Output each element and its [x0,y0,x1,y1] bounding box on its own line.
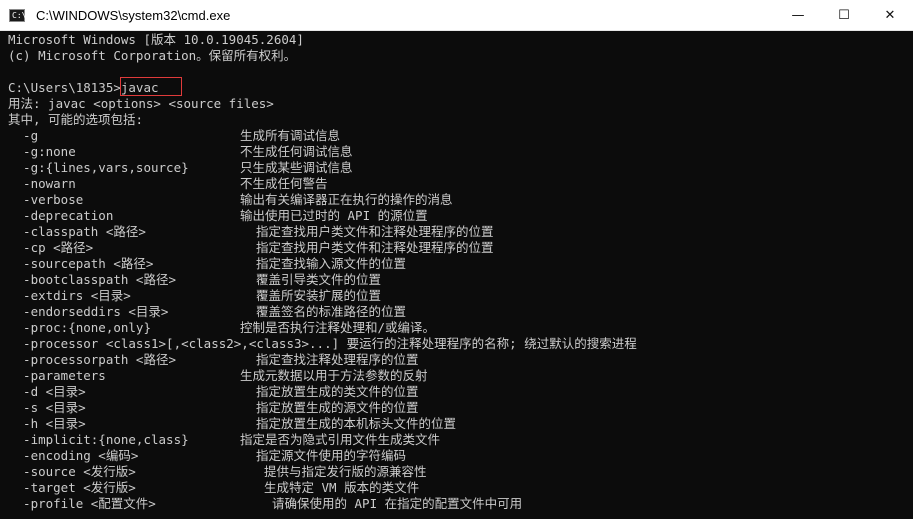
option-row: -profile <配置文件> 请确保使用的 API 在指定的配置文件中可用 [8,496,522,512]
option-row: -processor <class1>[,<class2>,<class3>..… [8,336,637,352]
option-description: 请确保使用的 API 在指定的配置文件中可用 [272,496,523,511]
option-flag: -verbose [8,192,84,207]
option-flag: -extdirs <目录> [8,288,131,303]
option-description: 指定是否为隐式引用文件生成类文件 [240,432,441,447]
option-flag: -encoding <编码> [8,448,139,463]
option-row: -target <发行版> 生成特定 VM 版本的类文件 [8,480,419,496]
option-row: -parameters 生成元数据以用于方法参数的反射 [8,368,427,384]
close-icon: ✕ [884,8,896,23]
option-flag: -g [8,128,39,143]
option-row: -g:{lines,vars,source} 只生成某些调试信息 [8,160,352,176]
title-bar: C:\ C:\WINDOWS\system32\cmd.exe — ☐ ✕ [0,0,913,31]
option-flag: -g:{lines,vars,source} [8,160,189,175]
option-description: 生成所有调试信息 [240,128,341,143]
option-flag: -source <发行版> [8,464,136,479]
javac-command-highlight [120,77,182,96]
option-description: 控制是否执行注释处理和/或编译。 [240,320,436,335]
console-line: 其中, 可能的选项包括: [8,112,144,127]
maximize-button[interactable]: ☐ [821,0,867,31]
option-flag: -processorpath <路径> [8,352,176,367]
option-description: 指定源文件使用的字符编码 [256,448,407,463]
console-output[interactable]: Microsoft Windows [版本 10.0.19045.2604] (… [0,31,913,519]
option-flag: -h <目录> [8,416,86,431]
option-row: -bootclasspath <路径> 覆盖引导类文件的位置 [8,272,381,288]
option-description: 只生成某些调试信息 [240,160,353,175]
option-flag: -target <发行版> [8,480,136,495]
option-flag: -d <目录> [8,384,86,399]
option-row: -h <目录> 指定放置生成的本机标头文件的位置 [8,416,456,432]
option-description: 指定查找用户类文件和注释处理程序的位置 [256,240,494,255]
option-description: 指定放置生成的本机标头文件的位置 [256,416,457,431]
option-flag: -processor <class1>[,<class2>,<class3>..… [8,336,637,351]
console-line: (c) Microsoft Corporation。保留所有权利。 [8,48,297,63]
option-row: -cp <路径> 指定查找用户类文件和注释处理程序的位置 [8,240,493,256]
option-description: 指定放置生成的类文件的位置 [256,384,419,399]
option-flag: -cp <路径> [8,240,94,255]
option-flag: -parameters [8,368,106,383]
option-row: -d <目录> 指定放置生成的类文件的位置 [8,384,418,400]
console-line: 用法: javac <options> <source files> [8,96,274,111]
option-flag: -bootclasspath <路径> [8,272,176,287]
option-flag: -endorseddirs <目录> [8,304,169,319]
option-row: -verbose 输出有关编译器正在执行的操作的消息 [8,192,452,208]
option-row: -implicit:{none,class} 指定是否为隐式引用文件生成类文件 [8,432,440,448]
option-row: -endorseddirs <目录> 覆盖签名的标准路径的位置 [8,304,406,320]
option-description: 指定查找输入源文件的位置 [256,256,407,271]
console-line: Microsoft Windows [版本 10.0.19045.2604] [8,32,304,47]
option-row: -g:none 不生成任何调试信息 [8,144,352,160]
minimize-icon: — [791,8,805,23]
option-description: 覆盖引导类文件的位置 [256,272,382,287]
minimize-button[interactable]: — [775,0,821,31]
option-description: 输出有关编译器正在执行的操作的消息 [240,192,453,207]
option-row: -sourcepath <路径> 指定查找输入源文件的位置 [8,256,406,272]
option-description: 指定查找用户类文件和注释处理程序的位置 [256,224,494,239]
cmd-app-icon[interactable]: C:\ [9,9,27,22]
option-flag: -implicit:{none,class} [8,432,189,447]
option-flag: -nowarn [8,176,76,191]
option-flag: -s <目录> [8,400,86,415]
option-description: 输出使用已过时的 API 的源位置 [240,208,428,223]
option-row: -classpath <路径> 指定查找用户类文件和注释处理程序的位置 [8,224,493,240]
option-description: 提供与指定发行版的源兼容性 [264,464,427,479]
option-row: -nowarn 不生成任何警告 [8,176,327,192]
option-description: 指定查找注释处理程序的位置 [256,352,419,367]
option-row: -source <发行版> 提供与指定发行版的源兼容性 [8,464,426,480]
cmd-icon-glyph: C:\ [12,11,27,20]
option-flag: -classpath <路径> [8,224,146,239]
option-row: -processorpath <路径> 指定查找注释处理程序的位置 [8,352,418,368]
option-description: 覆盖所安装扩展的位置 [256,288,382,303]
option-description: 不生成任何调试信息 [240,144,353,159]
window-title: C:\WINDOWS\system32\cmd.exe [36,8,231,23]
option-flag: -profile <配置文件> [8,496,156,511]
option-description: 覆盖签名的标准路径的位置 [256,304,407,319]
option-row: -s <目录> 指定放置生成的源文件的位置 [8,400,418,416]
close-button[interactable]: ✕ [867,0,913,31]
option-description: 生成元数据以用于方法参数的反射 [240,368,428,383]
option-description: 生成特定 VM 版本的类文件 [264,480,420,495]
option-description: 指定放置生成的源文件的位置 [256,400,419,415]
option-flag: -sourcepath <路径> [8,256,154,271]
maximize-icon: ☐ [838,8,850,23]
option-flag: -g:none [8,144,76,159]
option-row: -extdirs <目录> 覆盖所安装扩展的位置 [8,288,381,304]
option-description: 不生成任何警告 [240,176,328,191]
option-flag: -proc:{none,only} [8,320,151,335]
option-row: -g 生成所有调试信息 [8,128,340,144]
option-row: -proc:{none,only} 控制是否执行注释处理和/或编译。 [8,320,435,336]
option-row: -encoding <编码> 指定源文件使用的字符编码 [8,448,406,464]
option-row: -deprecation 输出使用已过时的 API 的源位置 [8,208,428,224]
option-flag: -deprecation [8,208,114,223]
